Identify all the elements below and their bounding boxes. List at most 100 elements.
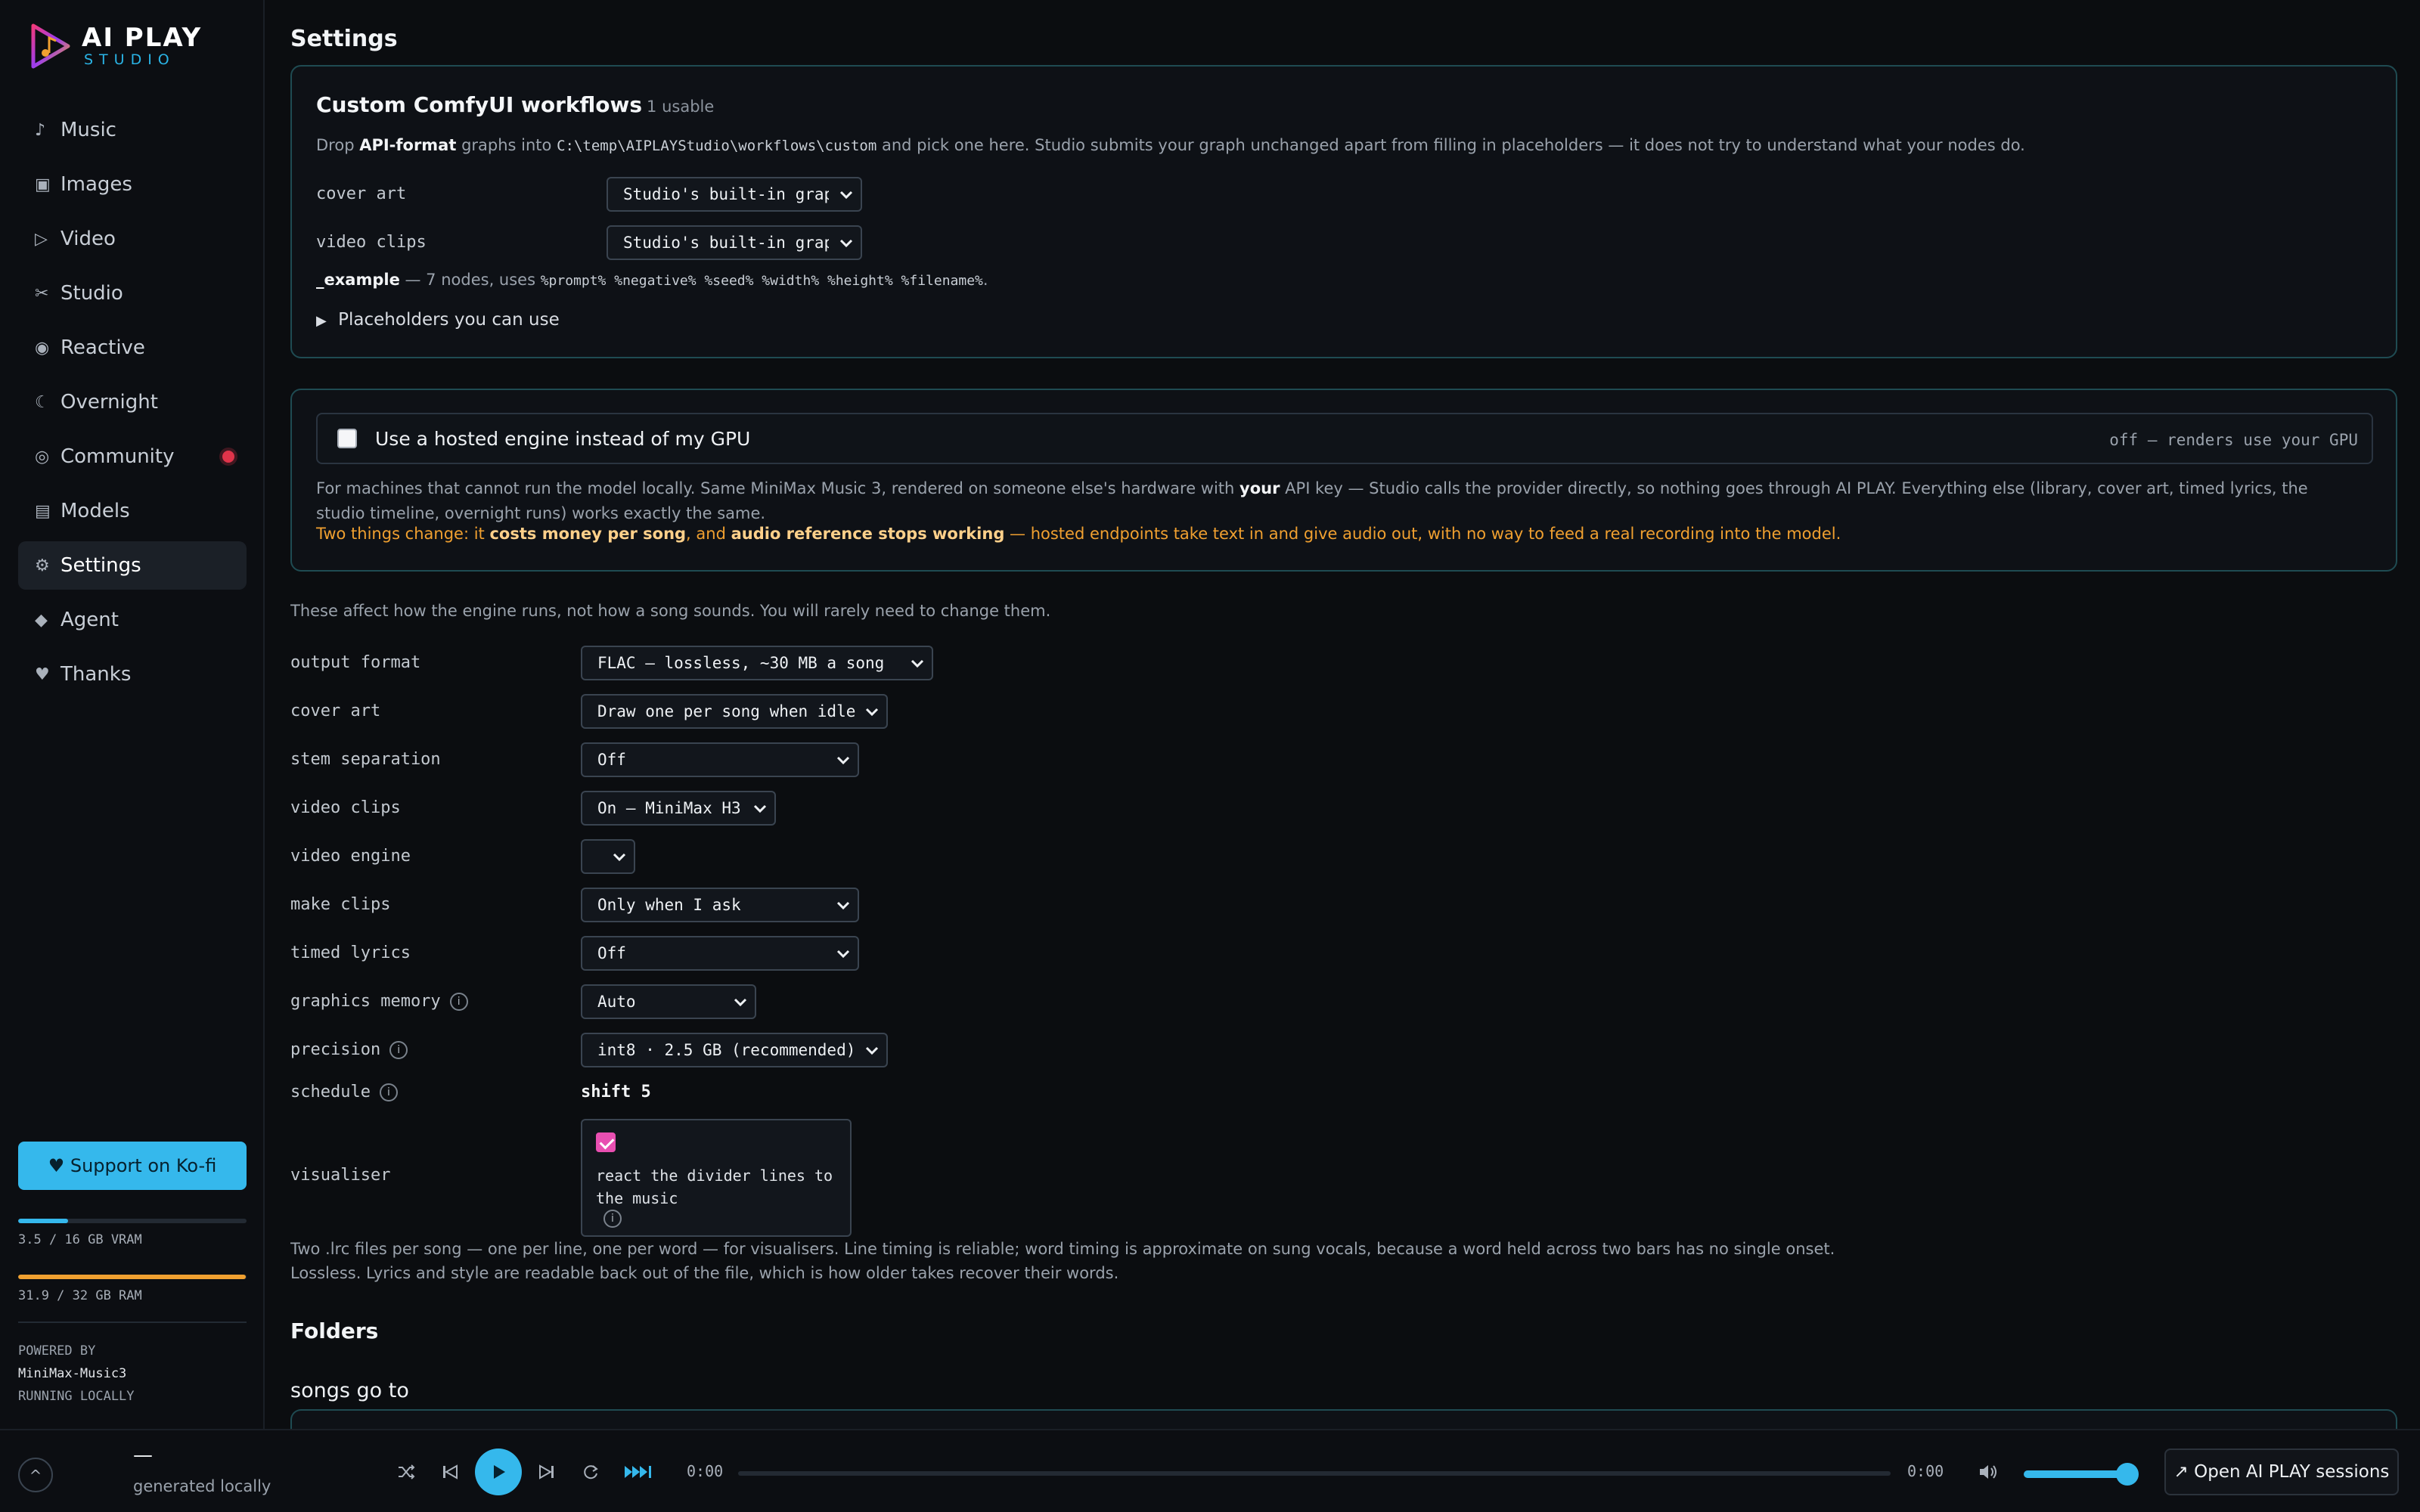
placeholders-label: Placeholders you can use: [338, 310, 560, 330]
hosted-engine-toggle-row[interactable]: Use a hosted engine instead of my GPU of…: [316, 413, 2373, 464]
precision-select[interactable]: int8 · 2.5 GB (recommended): [581, 1033, 888, 1067]
warn-e: — hosted endpoints take text in and give…: [1004, 525, 1841, 543]
hosted-engine-checkbox[interactable]: [337, 429, 357, 448]
sidebar-item-studio[interactable]: ✂ Studio: [18, 269, 247, 318]
warn-c: , and: [686, 525, 731, 543]
comfy-cover-art-select[interactable]: Studio's built-in graph: [607, 177, 862, 212]
example-name: _example: [316, 271, 400, 289]
seek-bar[interactable]: [738, 1471, 1891, 1476]
comfy-count: 1 usable: [647, 98, 715, 116]
chevron-down-icon: [839, 239, 853, 248]
output-format-select[interactable]: FLAC — lossless, ~30 MB a song: [581, 646, 933, 680]
sidebar-item-reactive[interactable]: ◉ Reactive: [18, 324, 247, 372]
output-format-label: output format: [290, 653, 421, 672]
sidebar-item-label: Models: [60, 500, 130, 522]
sidebar-item-label: Community: [60, 445, 175, 468]
comfy-video-clips-select[interactable]: Studio's built-in graph: [607, 225, 862, 260]
select-value: Draw one per song when idle: [597, 702, 856, 720]
video-engine-label: video engine: [290, 847, 411, 866]
logo[interactable]: AI PLAY STUDIO: [29, 23, 202, 70]
next-button[interactable]: [529, 1455, 564, 1489]
volume-slider[interactable]: [2024, 1470, 2130, 1478]
sidebar-item-label: Studio: [60, 282, 123, 305]
caret-right-icon: ▶: [316, 313, 327, 329]
visualiser-checkbox[interactable]: [596, 1132, 616, 1152]
sidebar-item-overnight[interactable]: ☾ Overnight: [18, 378, 247, 426]
warn-a: Two things change: it: [316, 525, 490, 543]
sidebar-item-label: Thanks: [60, 663, 132, 686]
graphics-memory-select[interactable]: Auto: [581, 984, 756, 1019]
timed-lyrics-select[interactable]: Off: [581, 936, 859, 971]
sidebar-item-music[interactable]: ♪ Music: [18, 106, 247, 154]
previous-button[interactable]: [433, 1455, 467, 1489]
moon-icon: ☾: [35, 392, 50, 412]
shuffle-button[interactable]: [389, 1455, 424, 1489]
volume-slider-handle[interactable]: [2116, 1463, 2139, 1486]
select-value: Studio's built-in graph: [623, 234, 829, 252]
hosted-engine-status: off — renders use your GPU: [2109, 431, 2358, 449]
chevron-down-icon: [836, 756, 850, 765]
lyrics-note: Two .lrc files per song — one per line, …: [290, 1240, 1835, 1258]
open-sessions-button[interactable]: ↗ Open AI PLAY sessions: [2164, 1448, 2399, 1495]
sidebar-item-models[interactable]: ▤ Models: [18, 487, 247, 535]
model-name: MiniMax-Music3: [18, 1366, 127, 1381]
select-value: FLAC — lossless, ~30 MB a song: [597, 654, 885, 672]
placeholders-disclosure[interactable]: ▶ Placeholders you can use: [316, 310, 560, 330]
info-icon[interactable]: i: [603, 1210, 622, 1228]
video-clips-select[interactable]: On — MiniMax H3: [581, 791, 776, 826]
sidebar-item-agent[interactable]: ◆ Agent: [18, 596, 247, 644]
sidebar-item-label: Images: [60, 173, 132, 196]
hosted-engine-warning: Two things change: it costs money per so…: [316, 525, 1841, 543]
play-outline-icon: ▷: [35, 229, 48, 249]
comfy-desc-bold: API-format: [359, 136, 457, 154]
visualiser-box[interactable]: react the divider lines to the music i: [581, 1119, 852, 1237]
format-note: Lossless. Lyrics and style are readable …: [290, 1264, 1119, 1282]
make-clips-select[interactable]: Only when I ask: [581, 888, 859, 922]
fast-forward-button[interactable]: [623, 1455, 658, 1489]
sidebar-item-video[interactable]: ▷ Video: [18, 215, 247, 263]
play-button[interactable]: [475, 1448, 522, 1495]
comfy-cover-art-label: cover art: [316, 184, 407, 203]
comfy-title: Custom ComfyUI workflows: [316, 92, 643, 117]
schedule-row-label: schedule i: [290, 1083, 398, 1101]
sidebar-divider: [18, 1321, 247, 1323]
powered-by-label: POWERED BY: [18, 1343, 96, 1359]
example-placeholders: %prompt% %negative% %seed% %width% %heig…: [540, 273, 983, 289]
gear-icon: ⚙: [35, 556, 50, 575]
example-workflow-note: _example — 7 nodes, uses %prompt% %negat…: [316, 271, 988, 289]
repeat-button[interactable]: [573, 1455, 608, 1489]
vram-text: 3.5 / 16 GB VRAM: [18, 1232, 142, 1247]
sidebar-item-label: Settings: [60, 554, 141, 577]
sidebar-item-settings[interactable]: ⚙ Settings: [18, 541, 247, 590]
current-time: 0:00: [687, 1462, 724, 1480]
music-note-icon: ♪: [35, 120, 46, 140]
shuffle-icon: [399, 1464, 415, 1479]
expand-player-button[interactable]: ^: [18, 1458, 53, 1492]
play-icon: [494, 1465, 505, 1479]
heart-icon: ♥: [35, 665, 50, 684]
repeat-icon: [584, 1465, 598, 1479]
cover-art-select[interactable]: Draw one per song when idle: [581, 694, 888, 729]
track-title: —: [133, 1444, 153, 1467]
sidebar-item-thanks[interactable]: ♥ Thanks: [18, 650, 247, 699]
info-icon[interactable]: i: [389, 1041, 408, 1059]
video-engine-select[interactable]: [581, 839, 635, 874]
kofi-support-button[interactable]: ♥ Support on Ko-fi: [18, 1142, 247, 1190]
comfy-description: Drop API-format graphs into C:\temp\AIPL…: [316, 136, 2025, 154]
info-icon[interactable]: i: [449, 993, 468, 1011]
comfy-workflows-card: Custom ComfyUI workflows 1 usable Drop AP…: [290, 65, 2397, 358]
select-value: Auto: [597, 993, 636, 1011]
radar-icon: ◉: [35, 338, 50, 358]
info-icon[interactable]: i: [379, 1083, 398, 1101]
fast-forward-icon: [625, 1466, 651, 1478]
select-value: Off: [597, 751, 626, 769]
hosted-engine-description: For machines that cannot run the model l…: [316, 476, 2358, 526]
precision-label: precision: [290, 1040, 381, 1059]
sidebar-item-community[interactable]: ◎ Community: [18, 432, 247, 481]
example-post: .: [982, 271, 988, 289]
mute-button[interactable]: [1971, 1455, 2006, 1489]
sidebar-item-images[interactable]: ▣ Images: [18, 160, 247, 209]
sidebar-item-label: Video: [60, 228, 116, 250]
comfy-desc-post: and pick one here. Studio submits your g…: [876, 136, 2025, 154]
stem-separation-select[interactable]: Off: [581, 742, 859, 777]
